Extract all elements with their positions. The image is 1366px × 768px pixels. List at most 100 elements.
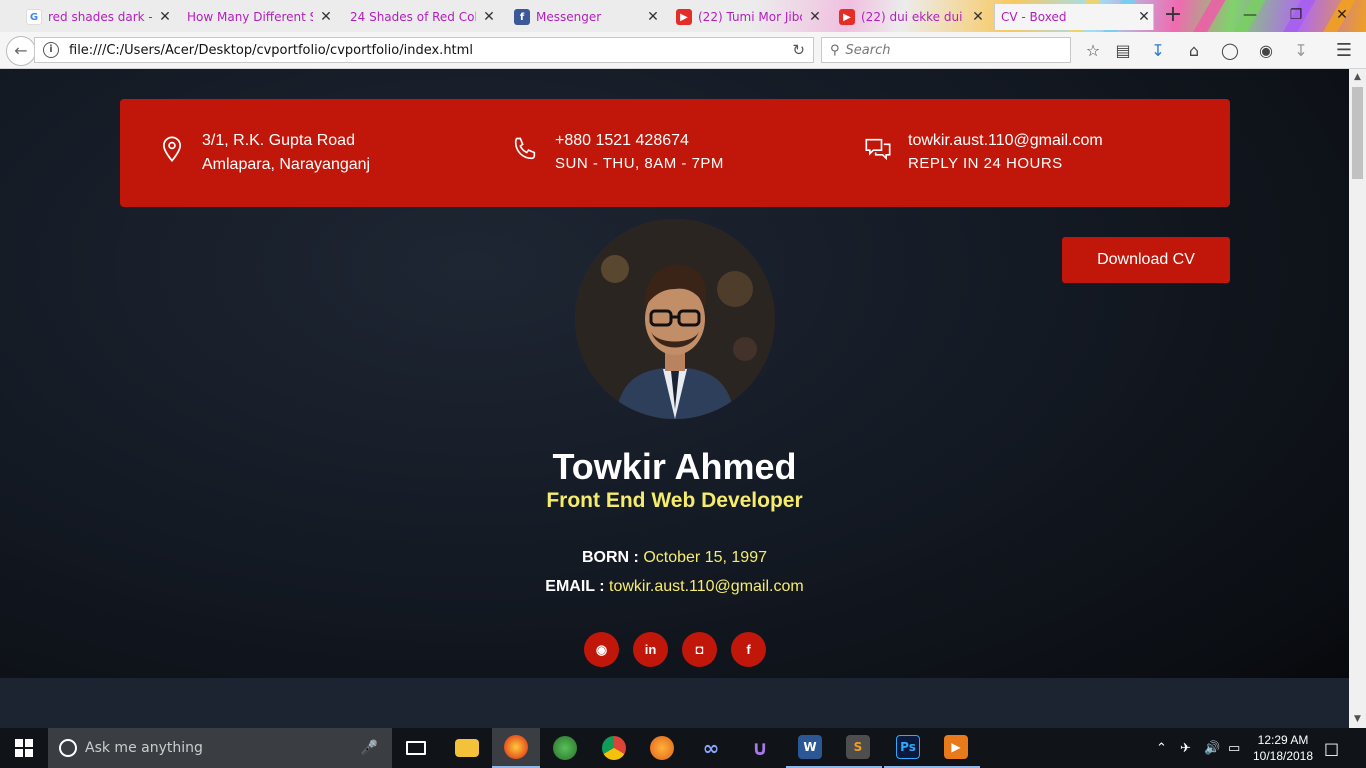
browser-search-input[interactable]: ⚲ Search — [821, 37, 1071, 63]
visual-studio-button[interactable]: ∪ — [736, 728, 784, 768]
extension-icon[interactable]: ◉ — [1255, 40, 1277, 62]
profile-name: Towkir Ahmed — [552, 446, 797, 487]
close-tab-icon[interactable]: ✕ — [644, 9, 662, 25]
downloads-icon[interactable]: ↧ — [1147, 40, 1169, 62]
page-viewport: 3/1, R.K. Gupta Road Amlapara, Narayanga… — [0, 69, 1349, 728]
instagram-icon[interactable]: ◘ — [682, 632, 717, 667]
url-text: file:///C:/Users/Acer/Desktop/cvportfoli… — [69, 42, 473, 58]
youtube-icon: ▶ — [839, 9, 855, 25]
close-tab-icon[interactable]: ✕ — [156, 9, 174, 25]
infinity-icon: ∞ — [702, 736, 720, 760]
facebook-icon: f — [514, 9, 530, 25]
linkedin-icon[interactable]: in — [633, 632, 668, 667]
minimize-button[interactable]: — — [1230, 2, 1270, 28]
task-view-icon — [406, 741, 426, 755]
volume-icon[interactable]: 🔊 — [1204, 728, 1220, 768]
word-button[interactable]: W — [786, 728, 834, 768]
clock-date: 10/18/2018 — [1252, 749, 1314, 763]
github-icon[interactable]: ◉ — [584, 632, 619, 667]
bookmark-star-icon[interactable]: ☆ — [1082, 40, 1104, 62]
chat-bubbles-icon — [865, 138, 891, 161]
new-tab-button[interactable]: + — [1160, 4, 1186, 28]
profile-photo — [575, 219, 775, 419]
reload-icon[interactable]: ↻ — [792, 41, 805, 59]
internet-download-button[interactable] — [541, 728, 589, 768]
scroll-up-arrow-icon[interactable]: ▲ — [1349, 69, 1366, 86]
location-pin-icon — [162, 136, 182, 162]
photoshop-button[interactable]: Ps — [884, 728, 932, 768]
close-window-button[interactable]: ✕ — [1322, 2, 1362, 28]
menu-icon[interactable]: ☰ — [1333, 40, 1355, 62]
tab-messenger[interactable]: f Messenger ✕ — [508, 4, 662, 30]
facebook-icon[interactable]: f — [731, 632, 766, 667]
chrome-button[interactable] — [590, 728, 638, 768]
folder-icon — [455, 739, 479, 757]
microphone-icon[interactable]: 🎤 — [361, 740, 378, 756]
tab-red-shades[interactable]: G red shades dark - G ✕ — [20, 4, 174, 30]
back-button[interactable]: ← — [6, 36, 36, 66]
close-tab-icon[interactable]: ✕ — [1135, 9, 1153, 25]
system-clock[interactable]: 12:29 AM 10/18/2018 — [1244, 732, 1322, 764]
contact-card: 3/1, R.K. Gupta Road Amlapara, Narayanga… — [120, 99, 1230, 207]
phone-number: +880 1521 428674 — [555, 132, 689, 149]
play-icon: ▶ — [944, 735, 968, 759]
windows-taskbar: Ask me anything 🎤 ∞ ∪ W S Ps ▶ ⌃ ✈ 🔊 ▭ 1… — [0, 728, 1366, 768]
close-tab-icon[interactable]: ✕ — [806, 9, 824, 25]
task-view-button[interactable] — [392, 728, 440, 768]
firefox-button[interactable] — [492, 728, 540, 768]
orange-sphere-icon — [650, 736, 674, 760]
email-row: EMAIL : towkir.aust.110@gmail.com — [0, 578, 1349, 596]
navigation-bar: ← i file:///C:/Users/Acer/Desktop/cvport… — [0, 32, 1366, 69]
tab-cv-boxed[interactable]: CV - Boxed ✕ — [994, 4, 1154, 30]
close-tab-icon[interactable]: ✕ — [317, 9, 335, 25]
cortana-icon — [59, 739, 77, 757]
address-block: 3/1, R.K. Gupta Road Amlapara, Narayanga… — [158, 129, 370, 177]
cortana-placeholder: Ask me anything — [85, 740, 203, 756]
tab-youtube-2[interactable]: ▶ (22) dui ekke dui ✕ — [833, 4, 987, 30]
email-block: towkir.aust.110@gmail.com REPLY IN 24 HO… — [864, 129, 1103, 175]
email-value[interactable]: towkir.aust.110@gmail.com — [609, 578, 804, 595]
clock-time: 12:29 AM — [1257, 733, 1309, 747]
email-label: EMAIL : — [545, 578, 605, 595]
cortana-search-box[interactable]: Ask me anything 🎤 — [48, 728, 392, 768]
tab-youtube-1[interactable]: ▶ (22) Tumi Mor Jibon ✕ — [670, 4, 824, 30]
born-label: BORN : — [582, 549, 639, 566]
file-explorer-button[interactable] — [443, 728, 491, 768]
tab-how-many[interactable]: How Many Different Sh ✕ — [181, 4, 335, 30]
media-app-button[interactable] — [638, 728, 686, 768]
phone-block: +880 1521 428674 SUN - THU, 8AM - 7PM — [511, 129, 724, 175]
theme-stripe — [1182, 0, 1232, 32]
visual-studio-icon: ∪ — [751, 736, 769, 760]
show-hidden-icons[interactable]: ⌃ — [1156, 728, 1167, 768]
download-addon-icon[interactable]: ↧ — [1290, 40, 1312, 62]
download-cv-button[interactable]: Download CV — [1062, 237, 1230, 283]
infinity-app-button[interactable]: ∞ — [687, 728, 735, 768]
battery-icon[interactable]: ▭ — [1228, 728, 1240, 768]
chrome-icon — [602, 736, 626, 760]
born-value: October 15, 1997 — [643, 549, 767, 566]
google-icon: G — [26, 9, 42, 25]
scroll-thumb[interactable] — [1352, 87, 1363, 179]
close-tab-icon[interactable]: ✕ — [480, 9, 498, 25]
phone-hours: SUN - THU, 8AM - 7PM — [555, 155, 724, 172]
page-scrollbar[interactable]: ▲ ▼ — [1349, 69, 1366, 728]
pocket-icon[interactable]: ◯ — [1219, 40, 1241, 62]
action-center-icon[interactable]: □ — [1324, 728, 1339, 768]
close-tab-icon[interactable]: ✕ — [969, 9, 987, 25]
reading-list-icon[interactable]: ▤ — [1112, 40, 1134, 62]
email-reply-note: REPLY IN 24 HOURS — [908, 155, 1063, 172]
born-row: BORN : October 15, 1997 — [0, 549, 1349, 567]
tab-24-shades[interactable]: 24 Shades of Red Color ✕ — [344, 4, 498, 30]
start-button[interactable] — [0, 728, 48, 768]
address-bar[interactable]: i file:///C:/Users/Acer/Desktop/cvportfo… — [34, 37, 814, 63]
home-icon[interactable]: ⌂ — [1183, 40, 1205, 62]
restore-button[interactable]: ❐ — [1276, 2, 1316, 28]
site-info-icon[interactable]: i — [43, 42, 59, 58]
sublime-text-icon: S — [846, 735, 870, 759]
scroll-down-arrow-icon[interactable]: ▼ — [1349, 711, 1366, 728]
address-line-2: Amlapara, Narayanganj — [202, 156, 371, 173]
network-icon[interactable]: ✈ — [1180, 728, 1191, 768]
sublime-button[interactable]: S — [834, 728, 882, 768]
media-player-button[interactable]: ▶ — [932, 728, 980, 768]
contact-email: towkir.aust.110@gmail.com — [908, 132, 1103, 149]
